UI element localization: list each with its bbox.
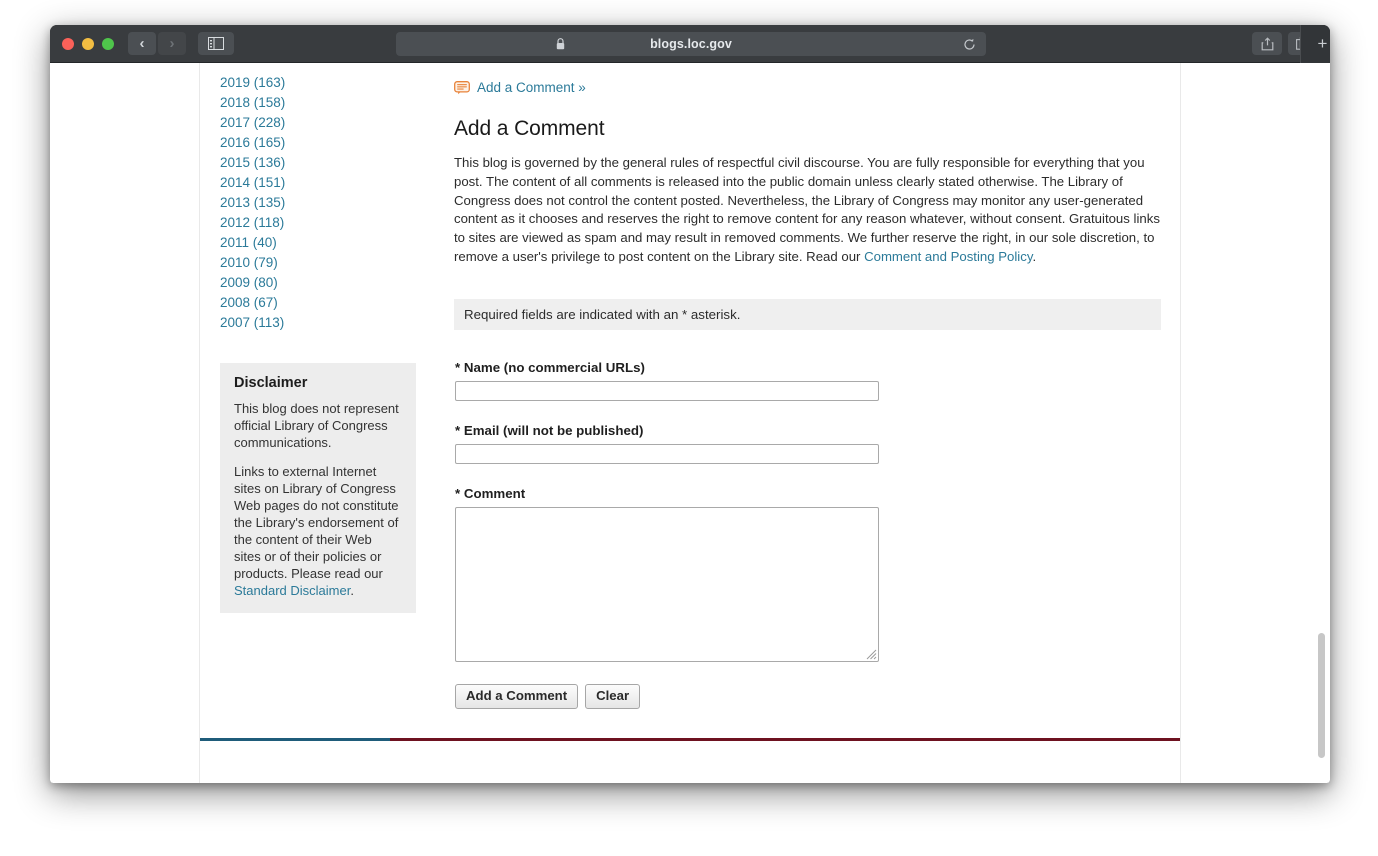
list-item: 2007 (113): [220, 313, 425, 333]
disclaimer-text-before-link: Links to external Internet sites on Libr…: [234, 464, 399, 581]
forward-button[interactable]: ›: [158, 32, 186, 55]
list-item: 2008 (67): [220, 293, 425, 313]
name-field-label: * Name (no commercial URLs): [455, 359, 645, 375]
disclaimer-box: Disclaimer This blog does not represent …: [220, 363, 416, 613]
page-viewport: 2019 (163) 2018 (158) 2017 (228) 2016 (1…: [50, 63, 1330, 783]
sidebar-item-archive-2019[interactable]: 2019 (163): [220, 73, 425, 93]
sidebar-toggle-button[interactable]: [198, 32, 234, 55]
sidebar-item-archive-2017[interactable]: 2017 (228): [220, 113, 425, 133]
sidebar: 2019 (163) 2018 (158) 2017 (228) 2016 (1…: [220, 63, 425, 613]
email-field-label: * Email (will not be published): [455, 422, 644, 438]
content-left-border: [199, 63, 200, 783]
page-title: Add a Comment: [454, 117, 605, 140]
window-controls: [62, 37, 114, 50]
standard-disclaimer-link[interactable]: Standard Disclaimer: [234, 583, 350, 598]
comment-field-label: * Comment: [455, 485, 526, 501]
required-fields-notice-text: Required fields are indicated with an * …: [464, 306, 741, 322]
back-button[interactable]: ‹: [128, 32, 156, 55]
share-icon: [1261, 36, 1273, 50]
archive-list: 2019 (163) 2018 (158) 2017 (228) 2016 (1…: [220, 63, 425, 333]
add-comment-anchor-link[interactable]: Add a Comment »: [477, 80, 586, 95]
sidebar-item-archive-2018[interactable]: 2018 (158): [220, 93, 425, 113]
required-fields-notice: Required fields are indicated with an * …: [454, 298, 1161, 330]
comment-form: * Name (no commercial URLs) * Email (wil…: [455, 360, 1166, 709]
list-item: 2014 (151): [220, 173, 425, 193]
list-item: 2015 (136): [220, 153, 425, 173]
disclaimer-text-after-link: .: [350, 583, 354, 598]
sidebar-item-archive-2015[interactable]: 2015 (136): [220, 153, 425, 173]
browser-window: ‹ › blogs.loc.gov + 2019 (163) 2018 (158…: [50, 25, 1330, 783]
address-bar-url: blogs.loc.gov: [650, 37, 732, 51]
list-item: 2017 (228): [220, 113, 425, 133]
intro-paragraph: This blog is governed by the general rul…: [454, 154, 1166, 267]
navigation-buttons: ‹ ›: [128, 32, 186, 55]
share-button[interactable]: [1252, 32, 1282, 55]
footer-divider: [200, 738, 1180, 741]
chevron-right-icon: ›: [169, 35, 175, 52]
chevron-left-icon: ‹: [139, 35, 145, 52]
list-item: 2012 (118): [220, 213, 425, 233]
add-comment-anchor: Add a Comment »: [454, 63, 1166, 95]
sidebar-item-archive-2008[interactable]: 2008 (67): [220, 293, 425, 313]
maximize-window-button[interactable]: [102, 37, 114, 50]
page-scrollbar[interactable]: [1315, 63, 1328, 783]
email-input[interactable]: [455, 443, 879, 464]
footer-divider-blue-segment: [200, 738, 390, 741]
list-item: 2010 (79): [220, 253, 425, 273]
sidebar-item-archive-2009[interactable]: 2009 (80): [220, 273, 425, 293]
disclaimer-title: Disclaimer: [234, 375, 308, 391]
list-item: 2013 (135): [220, 193, 425, 213]
lock-icon: [556, 38, 565, 50]
minimize-window-button[interactable]: [82, 37, 94, 50]
disclaimer-paragraph-2: Links to external Internet sites on Libr…: [234, 463, 402, 599]
comment-posting-policy-link[interactable]: Comment and Posting Policy: [864, 249, 1032, 264]
browser-titlebar: ‹ › blogs.loc.gov +: [50, 25, 1330, 63]
comment-textarea-wrap: [455, 506, 879, 662]
name-input[interactable]: [455, 380, 879, 401]
content-right-border: [1180, 63, 1181, 783]
disclaimer-paragraph-1: This blog does not represent official Li…: [234, 401, 399, 450]
close-window-button[interactable]: [62, 37, 74, 50]
comment-textarea[interactable]: [455, 506, 879, 662]
list-item: 2011 (40): [220, 233, 425, 253]
sidebar-item-archive-2010[interactable]: 2010 (79): [220, 253, 425, 273]
sidebar-item-archive-2007[interactable]: 2007 (113): [220, 313, 425, 333]
sidebar-item-archive-2011[interactable]: 2011 (40): [220, 233, 425, 253]
sidebar-item-archive-2014[interactable]: 2014 (151): [220, 173, 425, 193]
comment-bubble-icon: [454, 80, 470, 94]
intro-text-before-link: This blog is governed by the general rul…: [454, 155, 1160, 264]
email-field-group: * Email (will not be published): [455, 423, 1166, 464]
add-comment-submit-button[interactable]: Add a Comment: [455, 683, 579, 709]
reload-button[interactable]: [963, 38, 976, 51]
address-bar[interactable]: blogs.loc.gov: [396, 32, 986, 56]
form-button-row: Add a Comment Clear: [455, 683, 1166, 709]
list-item: 2018 (158): [220, 93, 425, 113]
list-item: 2016 (165): [220, 133, 425, 153]
list-item: 2019 (163): [220, 73, 425, 93]
main-content: Add a Comment » Add a Comment This blog …: [454, 63, 1166, 709]
footer-divider-red-segment: [390, 738, 1180, 741]
name-field-group: * Name (no commercial URLs): [455, 360, 1166, 401]
new-tab-label: +: [1317, 34, 1328, 53]
sidebar-toggle-icon: [208, 37, 224, 50]
sidebar-item-archive-2016[interactable]: 2016 (165): [220, 133, 425, 153]
sidebar-item-archive-2013[interactable]: 2013 (135): [220, 193, 425, 213]
page-scrollbar-thumb[interactable]: [1318, 633, 1325, 758]
list-item: 2009 (80): [220, 273, 425, 293]
intro-text-after-link: .: [1032, 248, 1037, 264]
clear-form-button[interactable]: Clear: [585, 683, 641, 709]
new-tab-button[interactable]: +: [1300, 25, 1330, 63]
sidebar-item-archive-2012[interactable]: 2012 (118): [220, 213, 425, 233]
comment-field-group: * Comment: [455, 486, 1166, 662]
